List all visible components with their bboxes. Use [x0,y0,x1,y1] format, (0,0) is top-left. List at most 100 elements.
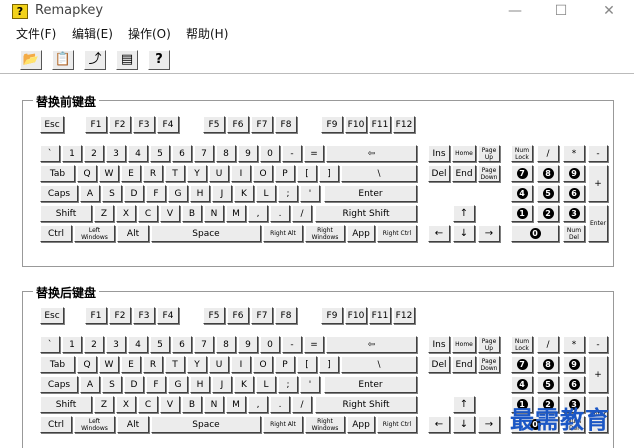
base-key-shift[interactable]: Shift [40,205,92,222]
base-key-num-mul[interactable]: * [563,145,585,162]
base-key-enter[interactable]: Enter [324,185,417,202]
remapped-key-page-up[interactable]: Page Up [478,336,500,353]
remapped-key-alt[interactable]: Alt [117,416,149,433]
base-key-del[interactable]: Del [428,165,450,182]
base-key-num-plus[interactable]: + [588,165,608,202]
remapped-key-shift[interactable]: Shift [40,396,92,413]
remapped-key-space[interactable]: Space [151,416,261,433]
base-key-num-0[interactable]: 0 [511,225,559,242]
remapped-key-caps-4[interactable]: F [146,376,166,393]
base-key-space[interactable]: Space [151,225,261,242]
base-key-caps-8[interactable]: K [234,185,254,202]
base-key-f7[interactable]: F7 [251,116,273,133]
remapped-key-left[interactable]: ← [428,416,450,433]
base-key-right-alt[interactable]: Right Alt [263,225,303,242]
remapped-key-num-5[interactable]: 5 [150,336,170,353]
remapped-key-numpad_r2-2[interactable]: 6 [563,376,585,393]
base-key-f10[interactable]: F10 [345,116,367,133]
base-key-tab-9[interactable]: O [253,165,273,182]
base-key-num-7[interactable]: 7 [194,145,214,162]
remapped-key-num-11[interactable]: - [282,336,302,353]
remapped-key-caps-1[interactable]: A [80,376,100,393]
remapped-key-num-2[interactable]: 2 [84,336,104,353]
base-key-numpad_r1-1[interactable]: 8 [537,165,559,182]
base-key-shift-9[interactable]: . [270,205,290,222]
base-key-tab-8[interactable]: I [231,165,251,182]
minimize-button[interactable]: — [502,2,528,20]
remapped-key-num-1[interactable]: 1 [62,336,82,353]
remapped-key-ins[interactable]: Ins [428,336,450,353]
remapped-key-up[interactable]: ↑ [453,396,475,413]
base-key-right-ctrl[interactable]: Right Ctrl [377,225,417,242]
open-button[interactable]: 📂 [20,50,42,70]
base-key-caps-10[interactable]: ; [278,185,298,202]
base-key-numpad_r3-1[interactable]: 2 [537,205,559,222]
base-key-numpad_r3-2[interactable]: 3 [563,205,585,222]
base-key-right-windows[interactable]: Right Windows [305,225,345,242]
base-key-shift-8[interactable]: , [248,205,268,222]
base-key-alt[interactable]: Alt [117,225,149,242]
remapped-key-app[interactable]: App [347,416,375,433]
base-key-num-sub[interactable]: - [588,145,608,162]
remapped-key-numpad_r2-0[interactable]: 4 [511,376,533,393]
remapped-key-tab-6[interactable]: Y [187,356,207,373]
base-key-f9[interactable]: F9 [321,116,343,133]
base-key-tab-3[interactable]: E [121,165,141,182]
base-key-backslash[interactable]: \ [341,165,417,182]
remapped-key-f5[interactable]: F5 [203,307,225,324]
maximize-button[interactable]: ☐ [548,2,574,20]
base-key-num-lock[interactable]: Num Lock [511,145,533,162]
remapped-key-caps-5[interactable]: G [168,376,188,393]
base-key-f2[interactable]: F2 [109,116,131,133]
menu-help[interactable]: 帮助(H) [186,25,228,42]
base-key-left-windows[interactable]: Left Windows [74,225,115,242]
close-button[interactable]: ✕ [596,2,622,20]
base-key-shift-10[interactable]: / [292,205,312,222]
remapped-key-shift-4[interactable]: V [160,396,180,413]
menu-edit[interactable]: 编辑(E) [72,25,113,42]
remapped-key-caps[interactable]: Caps [40,376,78,393]
base-key-f1[interactable]: F1 [85,116,107,133]
remapped-key-f12[interactable]: F12 [393,307,415,324]
base-key-f3[interactable]: F3 [133,116,155,133]
base-key-tab[interactable]: Tab [40,165,75,182]
base-key-home[interactable]: Home [452,145,476,162]
remapped-key-end[interactable]: End [452,356,476,373]
base-key-tab-2[interactable]: W [99,165,119,182]
base-key-caps-2[interactable]: S [102,185,122,202]
remapped-key-shift-8[interactable]: , [248,396,268,413]
base-key-app[interactable]: App [347,225,375,242]
remapped-key-tab-3[interactable]: E [121,356,141,373]
base-key-caps[interactable]: Caps [40,185,78,202]
base-key-numpad_r2-0[interactable]: 4 [511,185,533,202]
remapped-key-shift-9[interactable]: . [270,396,290,413]
base-key-shift-7[interactable]: M [226,205,246,222]
base-key-f11[interactable]: F11 [369,116,391,133]
remapped-key-num-sub[interactable]: - [588,336,608,353]
base-key-shift-6[interactable]: N [204,205,224,222]
help-button[interactable]: ? [148,50,170,70]
base-key-num-2[interactable]: 2 [84,145,104,162]
base-key-down[interactable]: ↓ [453,225,475,242]
remapped-key-num-6[interactable]: 6 [172,336,192,353]
remapped-key-del[interactable]: Del [428,356,450,373]
base-key-end[interactable]: End [452,165,476,182]
base-key-shift-3[interactable]: C [138,205,158,222]
base-key-tab-1[interactable]: Q [77,165,97,182]
base-key-up[interactable]: ↑ [453,205,475,222]
remapped-key-num-12[interactable]: = [304,336,324,353]
remapped-key-right[interactable]: → [478,416,500,433]
remapped-key-right-ctrl[interactable]: Right Ctrl [377,416,417,433]
base-key-page-down[interactable]: Page Down [478,165,500,182]
remapped-key-num-0[interactable]: ` [40,336,60,353]
base-key-num-0[interactable]: ` [40,145,60,162]
base-key-num-5[interactable]: 5 [150,145,170,162]
base-key-numpad_r3-0[interactable]: 1 [511,205,533,222]
remapped-key-f11[interactable]: F11 [369,307,391,324]
base-key-num-3[interactable]: 3 [106,145,126,162]
remapped-key-f6[interactable]: F6 [227,307,249,324]
base-key-tab-12[interactable]: ] [319,165,339,182]
remapped-key-tab-2[interactable]: W [99,356,119,373]
remapped-key-tab-8[interactable]: I [231,356,251,373]
remapped-key-backspace[interactable]: ⇦ [326,336,417,353]
